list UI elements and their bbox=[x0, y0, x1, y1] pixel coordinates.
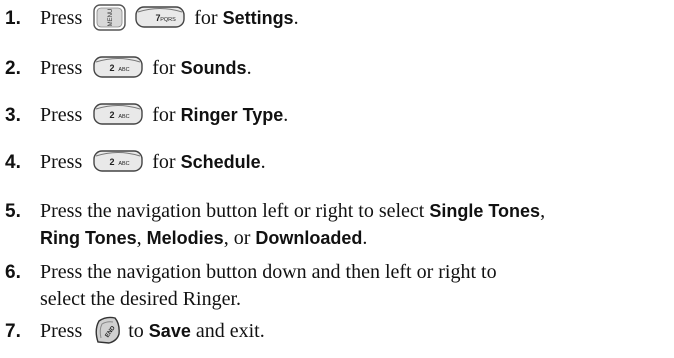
rest-text: and exit. bbox=[195, 320, 265, 342]
svg-text:2: 2 bbox=[110, 157, 115, 167]
instruction-text: Press the navigation button left or righ… bbox=[40, 200, 425, 222]
step-text-line-1: Press the navigation button left or righ… bbox=[40, 200, 545, 223]
step-text: Press 2 ABC for Sounds. bbox=[40, 56, 252, 80]
step-text: Press END to Save and exit. bbox=[40, 317, 265, 345]
press-text: Press bbox=[40, 320, 83, 342]
period: . bbox=[260, 151, 266, 173]
separator: , bbox=[136, 227, 142, 249]
svg-text:MENU: MENU bbox=[108, 9, 114, 27]
option-melodies: Melodies bbox=[146, 228, 224, 248]
svg-text:2: 2 bbox=[110, 63, 115, 73]
press-text: Press bbox=[40, 104, 83, 126]
period: . bbox=[293, 7, 299, 29]
svg-text:2: 2 bbox=[110, 110, 115, 120]
2-abc-key-icon: 2 ABC bbox=[93, 56, 143, 79]
menu-target: Sounds bbox=[180, 58, 247, 78]
step-text: Press 2 ABC for Schedule. bbox=[40, 150, 266, 174]
7-pqrs-key-icon: 7 PQRS bbox=[135, 6, 185, 29]
for-text: for bbox=[194, 7, 218, 29]
period: . bbox=[362, 227, 368, 249]
menu-target: Settings bbox=[222, 8, 294, 28]
to-text: to bbox=[128, 320, 144, 342]
step-text-line-2: select the desired Ringer. bbox=[40, 288, 242, 310]
period: . bbox=[283, 104, 289, 126]
step-number: 5. bbox=[5, 201, 21, 222]
2-abc-key-icon: 2 ABC bbox=[93, 103, 143, 126]
option-single-tones: Single Tones bbox=[429, 201, 541, 221]
menu-target: Schedule bbox=[180, 152, 261, 172]
for-text: for bbox=[152, 104, 176, 126]
step-number: 4. bbox=[5, 152, 21, 173]
svg-text:ABC: ABC bbox=[119, 114, 130, 120]
svg-text:ABC: ABC bbox=[119, 161, 130, 167]
press-text: Press bbox=[40, 151, 83, 173]
option-downloaded: Downloaded bbox=[255, 228, 363, 248]
for-text: for bbox=[152, 57, 176, 79]
press-text: Press bbox=[40, 7, 83, 29]
step-text-line-2: Ring Tones, Melodies, or Downloaded. bbox=[40, 227, 367, 250]
end-key-icon: END bbox=[93, 316, 121, 345]
step-number: 1. bbox=[5, 8, 21, 29]
step-number: 3. bbox=[5, 105, 21, 126]
menu-target: Ringer Type bbox=[180, 105, 284, 125]
step-text: Press MENU 7 PQRS for Settings. bbox=[40, 4, 299, 31]
menu-ok-key-icon: MENU bbox=[93, 4, 126, 31]
separator: , or bbox=[223, 227, 251, 249]
instruction-page: 1. Press MENU 7 PQRS for Settings. 2. Pr… bbox=[0, 0, 674, 358]
step-text: Press 2 ABC for Ringer Type. bbox=[40, 103, 289, 127]
step-text-line-1: Press the navigation button down and the… bbox=[40, 261, 497, 283]
save-target: Save bbox=[148, 321, 191, 341]
for-text: for bbox=[152, 151, 176, 173]
period: . bbox=[246, 57, 252, 79]
step-number: 7. bbox=[5, 321, 21, 342]
svg-text:ABC: ABC bbox=[119, 67, 130, 73]
option-ring-tones: Ring Tones bbox=[40, 228, 137, 248]
2-abc-key-icon: 2 ABC bbox=[93, 150, 143, 173]
press-text: Press bbox=[40, 57, 83, 79]
step-number: 2. bbox=[5, 58, 21, 79]
step-number: 6. bbox=[5, 262, 21, 283]
svg-text:PQRS: PQRS bbox=[160, 17, 176, 23]
separator: , bbox=[540, 200, 546, 222]
